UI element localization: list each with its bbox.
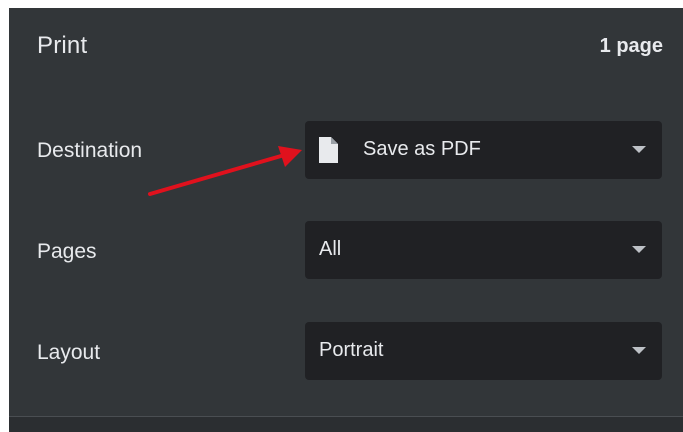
dialog-title: Print [37, 32, 88, 59]
chevron-down-icon [632, 347, 646, 354]
layout-label: Layout [37, 341, 101, 364]
print-settings-panel: Print 1 page Destination Save as PDF Pag… [9, 8, 683, 417]
chevron-down-icon [632, 146, 646, 153]
layout-select[interactable]: Portrait [305, 322, 662, 380]
destination-value: Save as PDF [363, 138, 481, 160]
red-arrow-annotation [148, 146, 302, 196]
panel-bottom-edge [9, 416, 683, 432]
destination-label: Destination [37, 139, 143, 162]
page-count: 1 page [599, 35, 663, 57]
pages-select[interactable]: All [305, 221, 662, 279]
document-icon [319, 137, 338, 163]
pages-label: Pages [37, 240, 97, 263]
destination-select[interactable]: Save as PDF [305, 121, 662, 179]
layout-value: Portrait [319, 339, 384, 361]
chevron-down-icon [632, 246, 646, 253]
pages-value: All [319, 238, 342, 260]
